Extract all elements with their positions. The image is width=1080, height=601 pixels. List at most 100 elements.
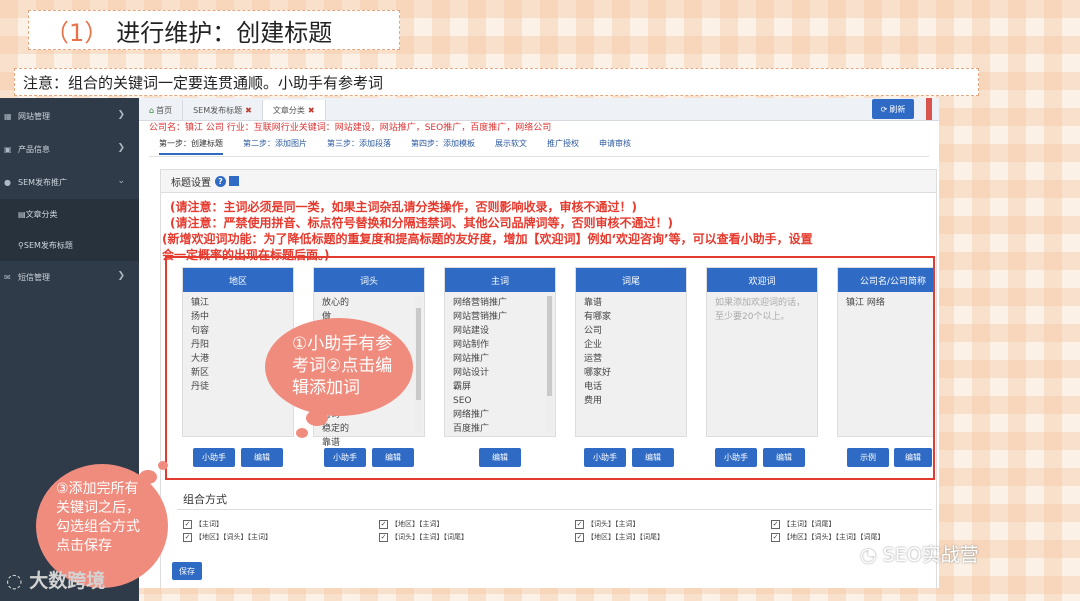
scrollbar[interactable] <box>546 296 553 434</box>
refresh-label: 刷新 <box>889 104 906 114</box>
list-item: 有哪家 <box>584 312 612 322</box>
list-item: 运营 <box>584 354 603 364</box>
list-item: 网站制作 <box>453 340 490 350</box>
tab-sem-title[interactable]: SEM发布标题 ✖ <box>183 100 263 120</box>
close-all-button[interactable] <box>926 98 932 120</box>
callout-line: ③添加完所有 <box>56 481 139 497</box>
edit-button-region[interactable]: 编辑 <box>241 448 283 467</box>
checkbox-checked-icon[interactable]: ✓ <box>379 532 388 542</box>
scroll-thumb[interactable] <box>547 296 552 396</box>
checkbox-checked-icon[interactable]: ✓ <box>575 519 584 529</box>
list-item: 放心的 <box>322 298 350 308</box>
helper-button-welcome[interactable]: 小助手 <box>715 448 757 467</box>
step-apply-review[interactable]: 申请审核 <box>599 138 631 155</box>
helper-button-region[interactable]: 小助手 <box>193 448 235 467</box>
panel-title: 标题设置 <box>171 177 211 189</box>
list-item: 网站营销推广 <box>453 312 508 322</box>
sidebar-item-product-info[interactable]: ▣ 产品信息 ❯ <box>0 133 139 166</box>
sidebar-item-site-manage[interactable]: ▦ 网站管理 ❯ <box>0 100 139 133</box>
scroll-thumb[interactable] <box>416 308 421 400</box>
pin-icon: ● <box>4 178 11 187</box>
list-item: 费用 <box>584 396 603 406</box>
tab-label: 文章分类 <box>272 105 305 115</box>
edit-button-welcome[interactable]: 编辑 <box>763 448 805 467</box>
list-item: 企业 <box>584 340 603 350</box>
keyword-list[interactable]: 靠谱 有哪家 公司 企业 运营 哪家好 电话 费用 <box>576 292 686 412</box>
checkbox-checked-icon[interactable]: ✓ <box>183 532 192 542</box>
list-item: SEO <box>453 396 472 406</box>
wechat-icon: ◔ <box>860 544 877 566</box>
list-item: 网络营销推广 <box>453 298 508 308</box>
combo-option-label: 【词头】【主词】【词尾】 <box>391 533 468 541</box>
step-show-article[interactable]: 展示软文 <box>495 138 527 155</box>
step-create-title[interactable]: 第一步：创建标题 <box>159 138 223 155</box>
sidebar-subitem-article-category[interactable]: ▤ 文章分类 <box>0 199 139 230</box>
edit-button-company[interactable]: 编辑 <box>894 448 932 467</box>
keyword-list[interactable]: 镇江 网络 <box>838 292 933 314</box>
column-header: 公司名/公司简称 <box>838 268 933 292</box>
list-item: 扬中 <box>191 312 210 322</box>
combo-option[interactable]: ✓ 【主词】【词尾】 <box>771 519 836 529</box>
warning-line-2: (请注意：严禁使用拼音、标点符号替换和分隔违禁词、其他公司品牌词等，否则审核不通… <box>170 216 673 230</box>
checkbox-checked-icon[interactable]: ✓ <box>771 532 780 542</box>
chevron-right-icon: ❯ <box>117 271 125 281</box>
sidebar-subitem-sem-title[interactable]: ⚲ SEM发布标题 <box>0 230 139 261</box>
list-item: 句容 <box>191 326 210 336</box>
combo-option[interactable]: ✓ 【主词】 <box>183 519 223 529</box>
edit-button-main-word[interactable]: 编辑 <box>479 448 521 467</box>
checkbox-checked-icon[interactable]: ✓ <box>379 519 388 529</box>
tab-home[interactable]: ⌂ 首页 <box>139 100 184 120</box>
step-authorize[interactable]: 推广授权 <box>547 138 579 155</box>
checkbox-checked-icon[interactable]: ✓ <box>183 519 192 529</box>
combo-option[interactable]: ✓ 【地区】【词头】【主词】 <box>183 532 272 542</box>
callout-tail <box>296 428 308 438</box>
sidebar-item-label: 文章分类 <box>25 210 58 219</box>
edit-button-suffix[interactable]: 编辑 <box>632 448 674 467</box>
callout-text-1: ①小助手有参 考词②点击编 辑添加词 <box>292 333 392 399</box>
helper-button-prefix[interactable]: 小助手 <box>324 448 366 467</box>
step-add-image[interactable]: 第二步：添加图片 <box>243 138 307 155</box>
tab-label: 首页 <box>156 105 173 115</box>
combo-option[interactable]: ✓ 【词头】【主词】【词尾】 <box>379 532 468 542</box>
step-tabs: 第一步：创建标题 第二步：添加图片 第三步：添加段落 第四步：添加模板 展示软文… <box>159 138 631 155</box>
list-item: 公司 <box>584 326 603 336</box>
column-header: 主词 <box>445 268 555 292</box>
slide-title-number: （1） <box>45 18 109 47</box>
refresh-button[interactable]: ⟳ 刷新 <box>872 99 914 119</box>
save-icon[interactable] <box>229 176 239 186</box>
edit-button-prefix[interactable]: 编辑 <box>372 448 414 467</box>
keyword-list[interactable]: 网络营销推广 网站营销推广 网站建设 网站制作 网站推广 网站设计 霸屏 SEO… <box>445 292 555 440</box>
column-welcome: 欢迎词 如果添加欢迎词的话，至少要20个以上。 <box>706 267 818 437</box>
watermark-text: 大数跨境 <box>29 570 106 592</box>
sidebar-item-sem[interactable]: ● SEM发布推广 ⌄ <box>0 166 139 199</box>
callout-line: 辑添加词 <box>292 378 360 398</box>
example-button-company[interactable]: 示例 <box>847 448 889 467</box>
refresh-icon: ⟳ <box>880 104 888 114</box>
close-icon[interactable]: ✖ <box>308 106 315 115</box>
panel-header: 标题设置 ? <box>161 170 936 193</box>
checkbox-checked-icon[interactable]: ✓ <box>575 532 584 542</box>
sidebar-item-label: 网站管理 <box>18 112 50 121</box>
checkbox-checked-icon[interactable]: ✓ <box>771 519 780 529</box>
combo-option[interactable]: ✓ 【地区】【主词】 <box>379 519 444 529</box>
list-item: 霸屏 <box>453 382 472 392</box>
helper-button-suffix[interactable]: 小助手 <box>584 448 626 467</box>
sidebar-item-sms[interactable]: ✉ 短信管理 ❯ <box>0 261 139 294</box>
help-icon[interactable]: ? <box>215 175 226 187</box>
divider <box>149 156 929 157</box>
combo-option[interactable]: ✓ 【词头】【主词】 <box>575 519 640 529</box>
list-item: 网站推广 <box>453 354 490 364</box>
warning-line-3: (新增欢迎词功能：为了降低标题的重复度和提高标题的友好度，增加【欢迎词】例如‘欢… <box>162 232 813 246</box>
close-icon[interactable]: ✖ <box>245 106 252 115</box>
save-button[interactable]: 保存 <box>172 562 202 580</box>
scrollbar[interactable] <box>415 296 422 434</box>
step-add-template[interactable]: 第四步：添加模板 <box>411 138 475 155</box>
box-icon: ▣ <box>4 145 12 154</box>
welcome-textarea[interactable]: 如果添加欢迎词的话，至少要20个以上。 <box>707 292 817 328</box>
warning-line-1: (请注意：主词必须是同一类，如果主词杂乱请分类操作，否则影响收录，审核不通过！) <box>170 200 637 214</box>
callout-line: 点击保存 <box>56 538 112 554</box>
tab-article-category[interactable]: 文章分类 ✖ <box>262 100 326 120</box>
callout-tail <box>158 461 168 470</box>
combo-option[interactable]: ✓ 【地区】【主词】【词尾】 <box>575 532 664 542</box>
step-add-paragraph[interactable]: 第三步：添加段落 <box>327 138 391 155</box>
